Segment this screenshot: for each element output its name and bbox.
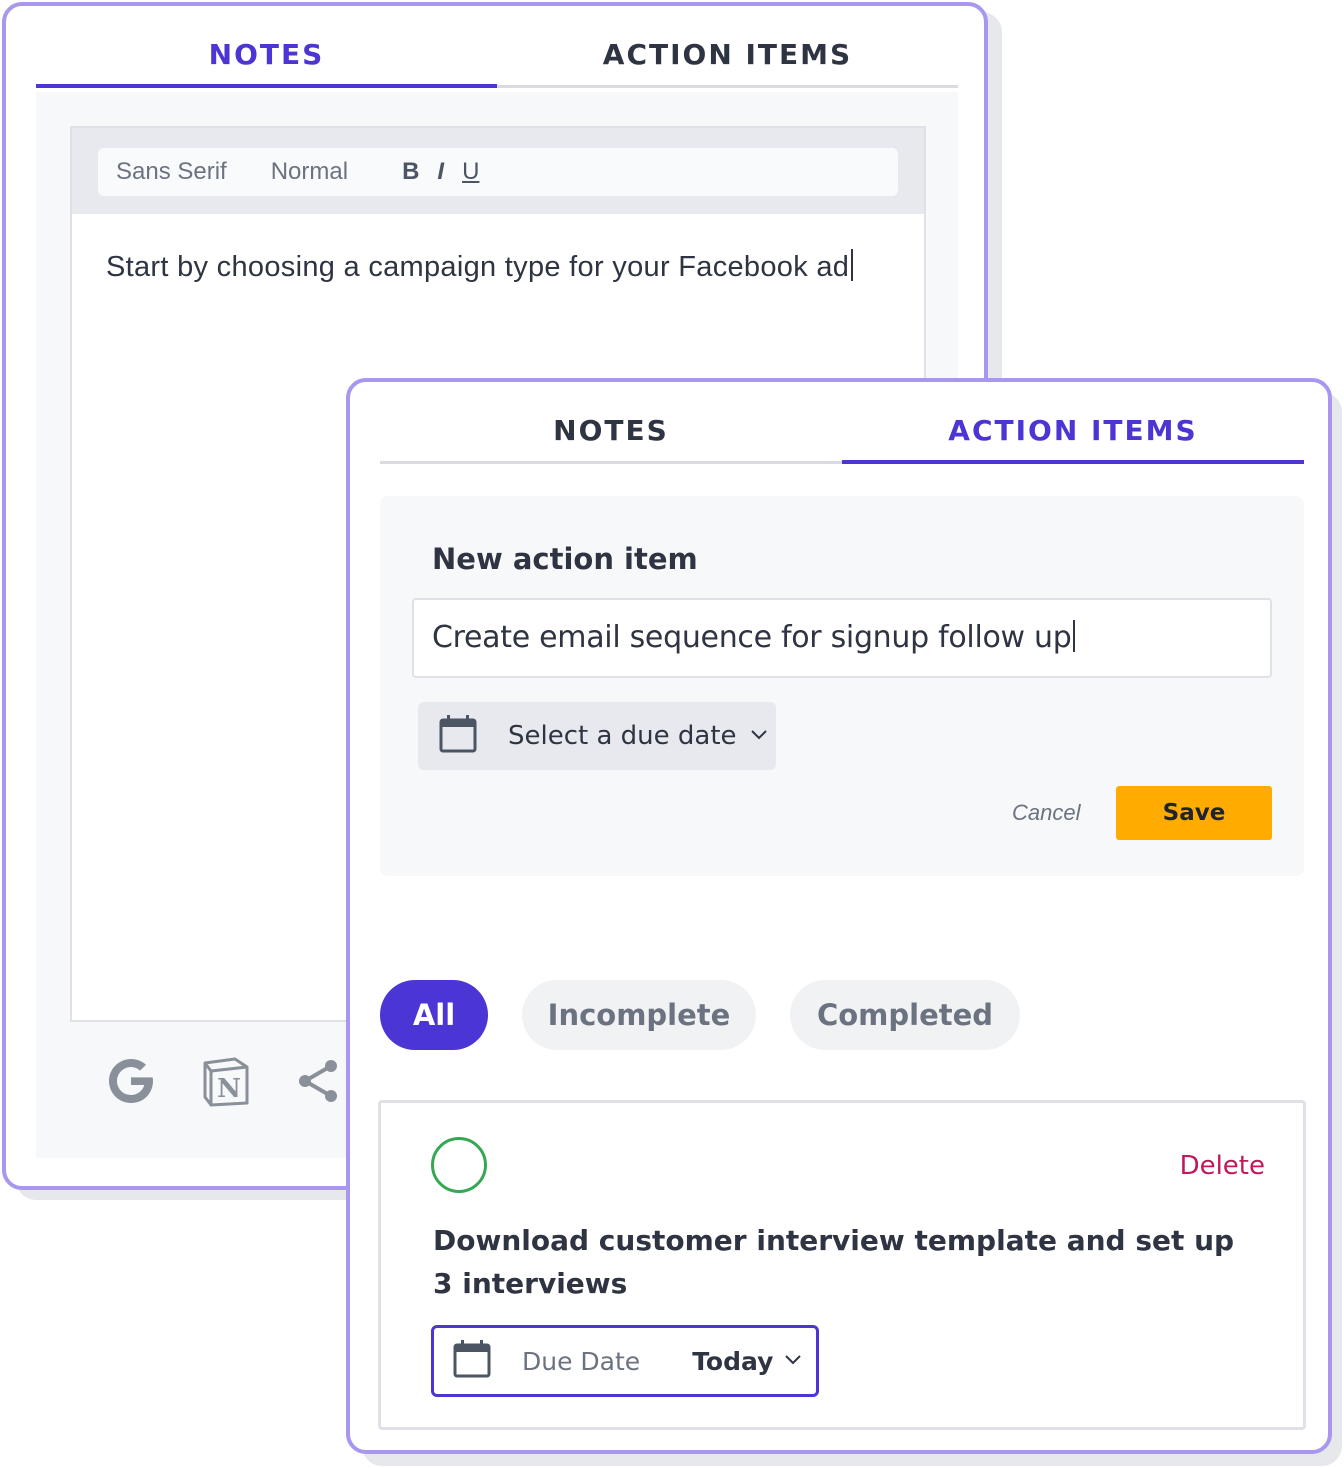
tab-notes[interactable]: NOTES — [36, 6, 497, 88]
text-caret — [1073, 620, 1076, 652]
action-item-title: Download customer interview template and… — [433, 1224, 1235, 1300]
bold-button[interactable]: B — [402, 158, 419, 186]
chevron-down-icon — [749, 724, 769, 749]
underline-button[interactable]: U — [462, 158, 479, 186]
editor-text: Start by choosing a campaign type for yo… — [106, 251, 850, 283]
share-icons: N — [102, 1052, 384, 1110]
action-item-card: Delete Download customer interview templ… — [378, 1100, 1306, 1430]
new-action-item-form: New action item Create email sequence fo… — [380, 496, 1304, 876]
due-date-select[interactable]: Select a due date — [418, 702, 776, 770]
action-panel-tabs: NOTES ACTION ITEMS — [380, 382, 1304, 464]
notion-icon[interactable]: N — [196, 1052, 254, 1110]
calendar-icon — [452, 1339, 492, 1384]
filter-pills: All Incomplete Completed — [380, 980, 1054, 1050]
font-size-select[interactable]: Normal — [271, 158, 348, 186]
filter-completed[interactable]: Completed — [790, 980, 1020, 1050]
new-action-item-title: New action item — [432, 542, 698, 576]
action-item-input-value: Create email sequence for signup follow … — [432, 620, 1072, 655]
due-date-value: Today — [692, 1346, 774, 1376]
action-item-input[interactable]: Create email sequence for signup follow … — [412, 598, 1272, 678]
tab-notes[interactable]: NOTES — [380, 382, 842, 464]
tab-action-items[interactable]: ACTION ITEMS — [497, 6, 958, 88]
editor-toolbar: Sans Serif Normal B I U — [98, 148, 898, 196]
calendar-icon — [438, 714, 478, 759]
due-date-label: Due Date — [522, 1346, 641, 1376]
cancel-button[interactable]: Cancel — [1012, 800, 1080, 826]
font-family-select[interactable]: Sans Serif — [116, 158, 227, 186]
italic-button[interactable]: I — [437, 158, 444, 186]
action-items-panel: NOTES ACTION ITEMS New action item Creat… — [346, 378, 1332, 1454]
tab-action-items[interactable]: ACTION ITEMS — [842, 382, 1304, 464]
complete-checkbox[interactable] — [431, 1137, 487, 1193]
delete-button[interactable]: Delete — [1180, 1151, 1265, 1181]
filter-all[interactable]: All — [380, 980, 488, 1050]
svg-text:N: N — [217, 1074, 241, 1104]
save-button[interactable]: Save — [1116, 786, 1272, 840]
chevron-down-icon — [783, 1349, 803, 1374]
editor-text-area[interactable]: Start by choosing a campaign type for yo… — [106, 246, 906, 289]
share-icon[interactable] — [290, 1052, 348, 1110]
due-date-select-label: Select a due date — [508, 721, 737, 751]
google-icon[interactable] — [102, 1052, 160, 1110]
task-due-date-select[interactable]: Due Date Today — [431, 1325, 819, 1397]
text-caret — [851, 249, 854, 281]
filter-incomplete[interactable]: Incomplete — [522, 980, 756, 1050]
notes-panel-tabs: NOTES ACTION ITEMS — [36, 6, 958, 88]
